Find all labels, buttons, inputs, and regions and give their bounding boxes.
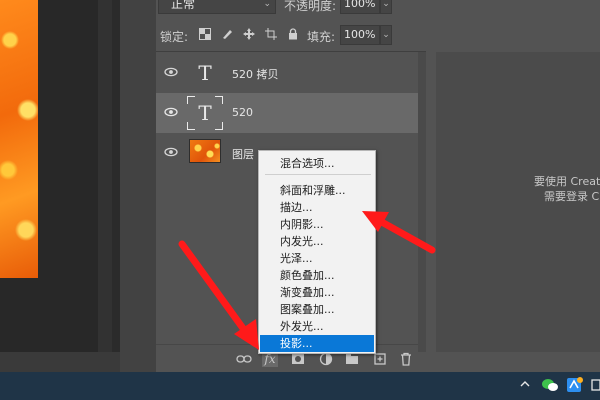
panel-gutter [120,0,156,372]
canvas-flower-image [0,0,38,278]
layer-row-selected[interactable]: T 520 [156,93,426,133]
image-layer-thumbnail [189,139,221,163]
tray-edge-icon[interactable] [590,377,600,395]
fill-dropdown-button[interactable]: ⌄ [380,25,392,45]
blend-mode-select[interactable]: 正常 ⌄ [158,0,276,14]
eye-icon[interactable] [164,65,178,79]
windows-taskbar [0,372,600,400]
menu-item-color-overlay[interactable]: 颜色叠加... [260,267,374,284]
menu-item-pattern-overlay[interactable]: 图案叠加... [260,301,374,318]
menu-item-inner-glow[interactable]: 内发光... [260,233,374,250]
lock-artboard-icon[interactable] [264,28,278,42]
menu-separator [265,174,371,175]
trash-icon[interactable] [398,351,414,367]
text-thumb-glyph: T [198,101,212,125]
side-panel-message-line1: 要使用 Creat [534,175,600,188]
chevron-down-icon: ⌄ [263,0,271,9]
eye-icon[interactable] [164,145,178,159]
opacity-input[interactable]: 100% [340,0,380,14]
lock-position-icon[interactable] [242,28,256,42]
fill-label: 填充: [307,30,336,44]
side-panel-message-line2: 需要登录 C [544,190,600,203]
lock-image-pixels-icon[interactable] [220,28,234,42]
layer-style-menu: 混合选项... 斜面和浮雕... 描边... 内阴影... 内发光... 光泽.… [258,150,376,354]
opacity-label: 不透明度: [284,0,337,13]
app-tray-icon[interactable] [566,377,584,395]
lock-label: 锁定: [160,30,189,44]
text-layer-thumbnail: T [198,61,212,85]
layers-scrollbar[interactable] [418,52,426,352]
layer-row[interactable]: T 520 拷贝 [156,53,426,93]
layer-name[interactable]: 520 [232,106,253,119]
lock-all-icon[interactable] [286,28,300,42]
eye-icon[interactable] [164,105,178,119]
canvas-edge [112,0,120,352]
menu-item-stroke[interactable]: 描边... [260,199,374,216]
menu-item-bevel-emboss[interactable]: 斜面和浮雕... [260,182,374,199]
fill-input[interactable]: 100% [340,25,380,45]
panel-divider [156,51,426,52]
menu-item-satin[interactable]: 光泽... [260,250,374,267]
menu-item-outer-glow[interactable]: 外发光... [260,318,374,335]
chevron-up-icon[interactable] [518,377,532,395]
menu-item-blending-options[interactable]: 混合选项... [260,155,374,172]
canvas-status-bar [0,352,120,372]
link-icon[interactable] [236,351,252,367]
blend-mode-value: 正常 [171,0,196,11]
lock-row: 锁定: 填充: 100% ⌄ [156,22,426,48]
opacity-dropdown-button[interactable]: ⌄ [380,0,392,14]
lock-transparent-pixels-icon[interactable] [198,28,212,42]
menu-item-inner-shadow[interactable]: 内阴影... [260,216,374,233]
wechat-icon[interactable] [541,377,559,395]
menu-item-gradient-overlay[interactable]: 渐变叠加... [260,284,374,301]
layer-name[interactable]: 520 拷贝 [232,66,279,82]
blend-row: 正常 ⌄ 不透明度: 100% ⌄ [156,0,426,20]
text-layer-thumbnail: T [187,96,223,130]
document-canvas[interactable] [0,0,120,372]
menu-item-drop-shadow[interactable]: 投影... [260,335,374,352]
